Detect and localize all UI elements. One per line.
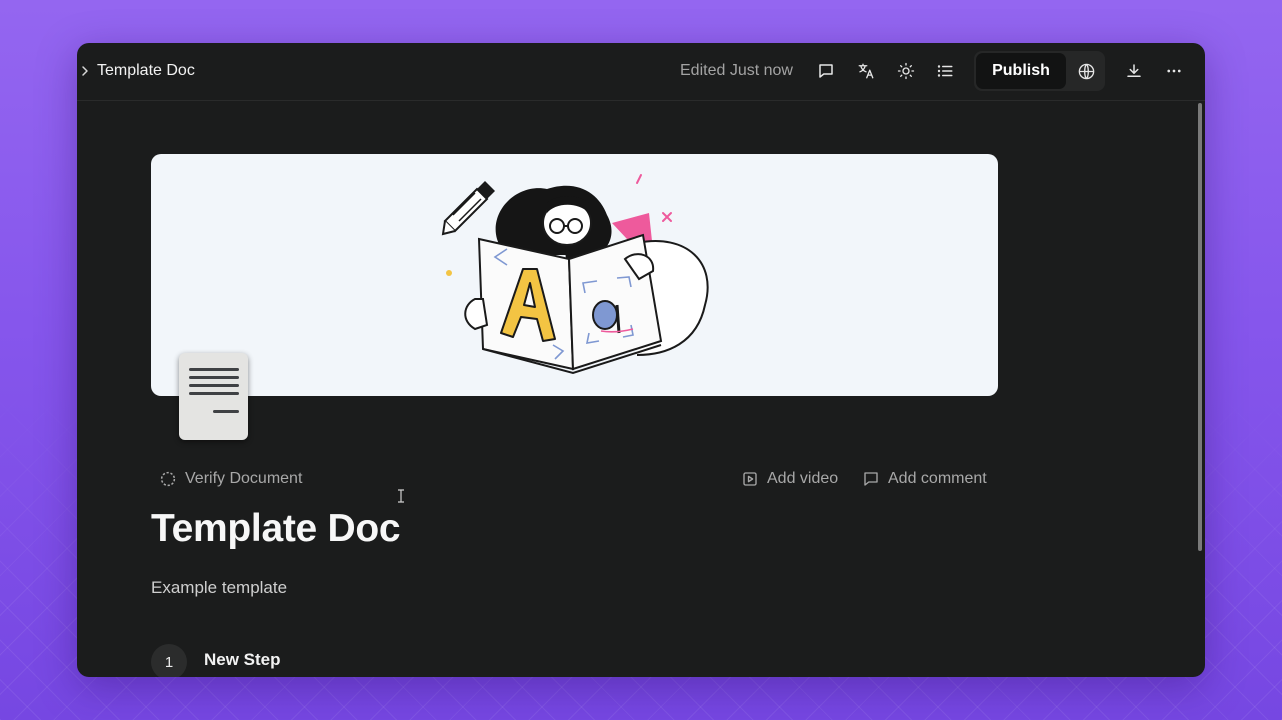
add-comment-label: Add comment — [888, 470, 987, 487]
verify-document-button[interactable]: Verify Document — [159, 467, 302, 491]
reading-illustration — [441, 174, 709, 375]
comment-icon — [864, 472, 878, 486]
step-number: 1 — [151, 644, 187, 677]
dashed-circle-icon — [160, 471, 176, 487]
list-icon[interactable] — [931, 57, 959, 85]
publish-button[interactable]: Publish — [976, 53, 1066, 89]
app-window: Template Doc Edited Just now Publish Ver… — [77, 43, 1205, 677]
breadcrumb-title[interactable]: Template Doc — [97, 61, 195, 81]
document-title[interactable]: Template Doc — [151, 507, 401, 551]
publish-group: Publish — [974, 51, 1105, 91]
document-icon[interactable] — [179, 353, 248, 440]
add-comment-button[interactable]: Add comment — [862, 467, 987, 491]
add-video-label: Add video — [767, 470, 839, 487]
top-bar: Template Doc Edited Just now Publish — [77, 43, 1205, 101]
download-icon[interactable] — [1120, 57, 1148, 85]
scrollbar-thumb[interactable] — [1198, 103, 1202, 551]
more-icon[interactable] — [1160, 57, 1188, 85]
comment-icon[interactable] — [812, 57, 840, 85]
chevron-right-icon[interactable] — [79, 63, 91, 79]
step-title[interactable]: New Step — [204, 650, 281, 670]
cover-image[interactable] — [151, 154, 998, 396]
video-icon — [743, 472, 757, 486]
document-description[interactable]: Example template — [151, 578, 287, 598]
sun-icon[interactable] — [892, 57, 920, 85]
add-video-button[interactable]: Add video — [741, 467, 838, 491]
translate-icon[interactable] — [852, 57, 880, 85]
verify-document-label: Verify Document — [185, 470, 303, 487]
globe-icon[interactable] — [1068, 51, 1105, 91]
edit-status: Edited Just now — [680, 62, 793, 79]
pencil-illustration — [441, 181, 495, 236]
text-cursor-icon — [398, 489, 404, 503]
